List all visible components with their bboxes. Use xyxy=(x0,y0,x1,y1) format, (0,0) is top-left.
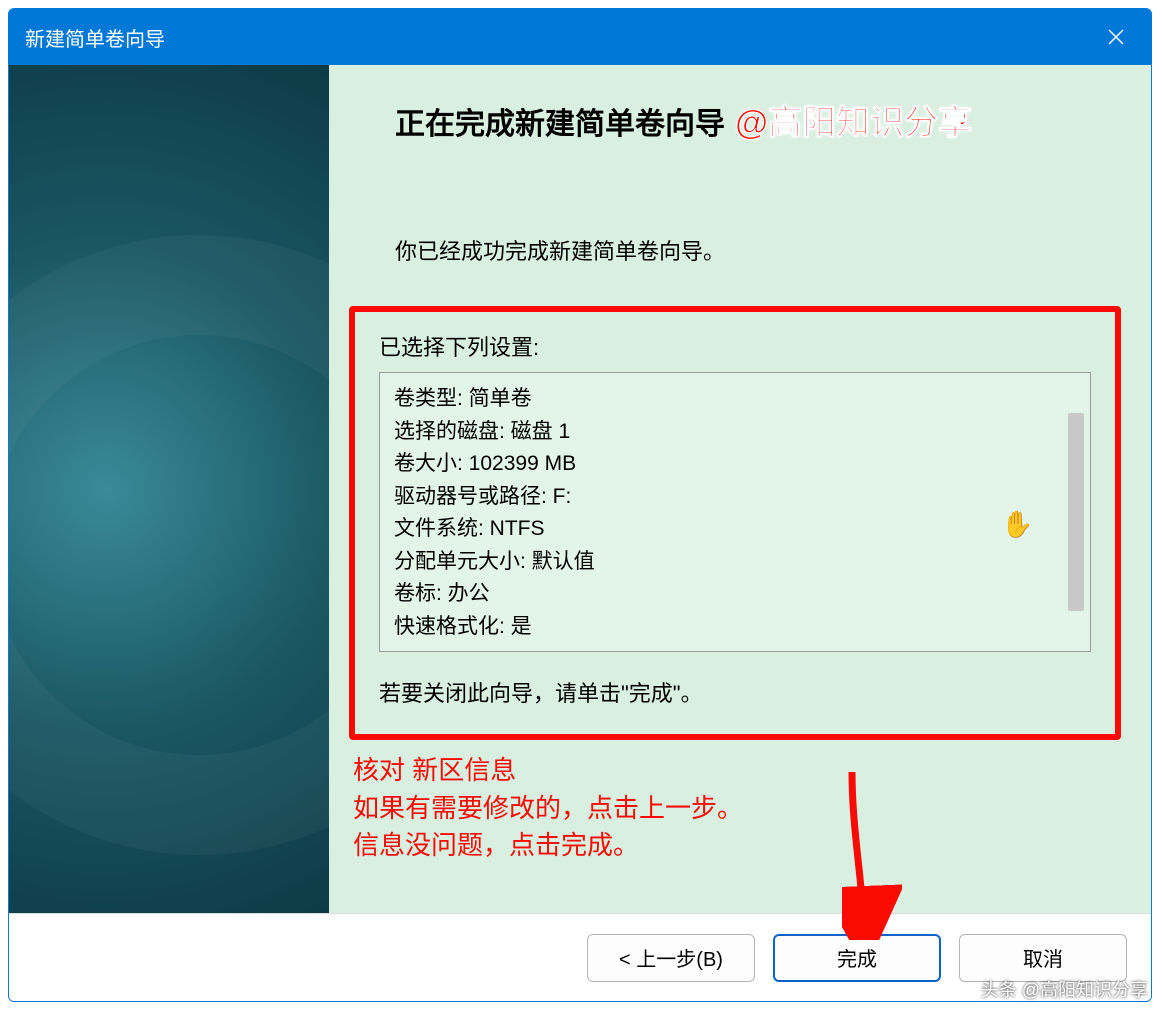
setting-row: 快速格式化: 是 xyxy=(394,611,1048,644)
setting-row: 驱动器号或路径: F: xyxy=(394,481,1048,514)
settings-listbox[interactable]: 卷类型: 简单卷 选择的磁盘: 磁盘 1 卷大小: 102399 MB 驱动器号… xyxy=(379,372,1091,652)
wizard-main: 正在完成新建简单卷向导 @高阳知识分享 你已经成功完成新建简单卷向导。 已选择下… xyxy=(329,65,1151,913)
cancel-button[interactable]: 取消 xyxy=(959,934,1127,982)
wizard-window: 新建简单卷向导 正在完成新建简单卷向导 @高阳知识分享 你已经成功完成新建简单卷… xyxy=(8,8,1152,1002)
close-button[interactable] xyxy=(1081,9,1151,65)
highlight-box: 已选择下列设置: 卷类型: 简单卷 选择的磁盘: 磁盘 1 卷大小: 10239… xyxy=(349,306,1121,740)
annotation-line: 核对 新区信息 xyxy=(353,752,1127,790)
setting-row: 卷标: 办公 xyxy=(394,578,1048,611)
back-button[interactable]: < 上一步(B) xyxy=(587,934,755,982)
window-title: 新建简单卷向导 xyxy=(25,23,165,52)
page-heading: 正在完成新建简单卷向导 xyxy=(395,99,725,143)
watermark-overlay: @高阳知识分享 xyxy=(735,95,972,144)
setting-row: 文件系统: NTFS xyxy=(394,513,1048,546)
setting-row: 卷大小: 102399 MB xyxy=(394,448,1048,481)
wizard-footer: < 上一步(B) 完成 取消 xyxy=(9,913,1151,1001)
wizard-side-graphic xyxy=(9,65,329,913)
titlebar: 新建简单卷向导 xyxy=(9,9,1151,65)
annotation-line: 如果有需要修改的，点击上一步。 xyxy=(353,790,1127,828)
settings-list: 卷类型: 简单卷 选择的磁盘: 磁盘 1 卷大小: 102399 MB 驱动器号… xyxy=(380,373,1062,651)
finish-button[interactable]: 完成 xyxy=(773,934,941,982)
annotation-line: 信息没问题，点击完成。 xyxy=(353,827,1127,865)
settings-label: 已选择下列设置: xyxy=(379,330,1091,372)
setting-row: 卷类型: 简单卷 xyxy=(394,383,1048,416)
close-icon xyxy=(1107,28,1125,46)
setting-row: 分配单元大小: 默认值 xyxy=(394,546,1048,579)
close-hint: 若要关闭此向导，请单击"完成"。 xyxy=(379,652,1091,708)
success-text: 你已经成功完成新建简单卷向导。 xyxy=(339,174,1127,290)
scrollbar-thumb[interactable] xyxy=(1068,413,1084,611)
scrollbar[interactable] xyxy=(1062,373,1090,651)
wizard-body: 正在完成新建简单卷向导 @高阳知识分享 你已经成功完成新建简单卷向导。 已选择下… xyxy=(9,65,1151,913)
setting-row: 选择的磁盘: 磁盘 1 xyxy=(394,416,1048,449)
heading-row: 正在完成新建简单卷向导 @高阳知识分享 xyxy=(339,85,1127,174)
annotation-text: 核对 新区信息 如果有需要修改的，点击上一步。 信息没问题，点击完成。 xyxy=(339,746,1127,865)
